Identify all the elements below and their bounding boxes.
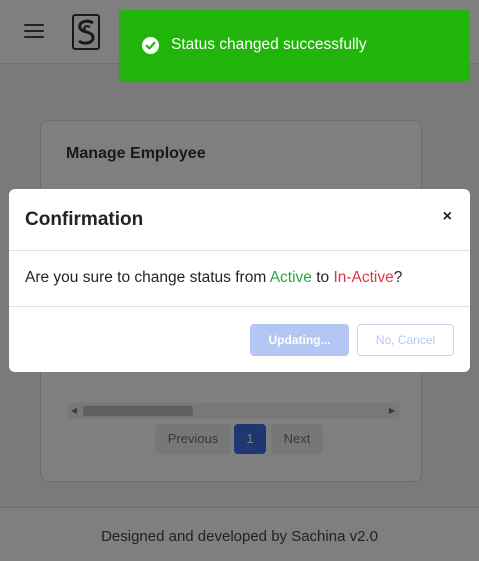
modal-footer: Updating... No, Cancel	[9, 306, 470, 372]
confirm-button[interactable]: Updating...	[250, 324, 349, 356]
success-toast[interactable]: Status changed successfully	[119, 10, 469, 82]
body-prefix: Are you sure to change status from	[25, 269, 270, 286]
modal-body-text: Are you sure to change status from Activ…	[25, 269, 402, 287]
close-icon[interactable]: ×	[443, 208, 452, 226]
modal-title: Confirmation	[25, 209, 144, 230]
check-circle-icon	[142, 37, 159, 54]
cancel-button[interactable]: No, Cancel	[357, 324, 454, 356]
toast-message: Status changed successfully	[171, 36, 367, 53]
modal-header: Confirmation ×	[9, 189, 470, 251]
to-status: In-Active	[333, 269, 394, 286]
body-middle: to	[311, 269, 334, 286]
from-status: Active	[269, 269, 312, 286]
confirmation-modal: Confirmation × Are you sure to change st…	[9, 189, 470, 372]
body-suffix: ?	[393, 269, 403, 286]
